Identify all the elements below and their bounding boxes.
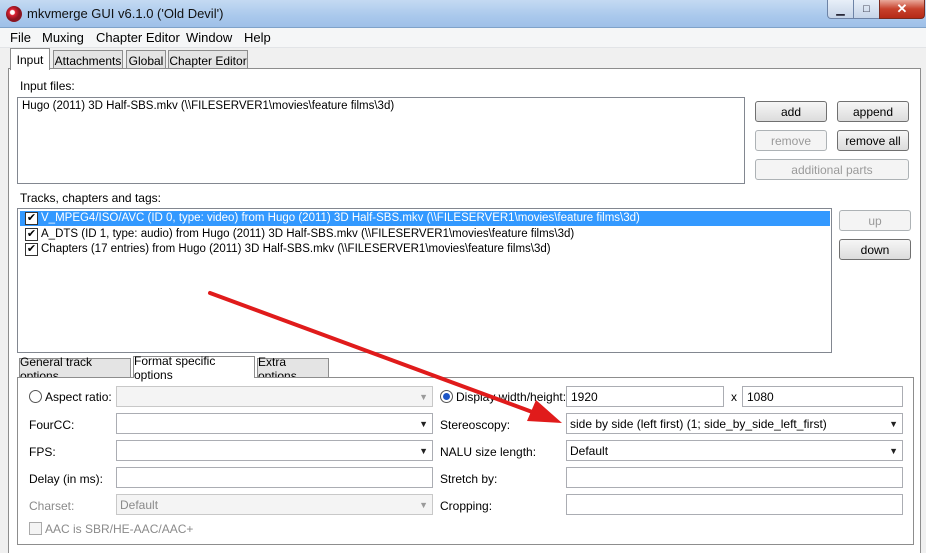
cropping-input[interactable] [566,494,903,515]
tab-format-specific-options[interactable]: Format specific options [133,354,255,382]
tab-chapter-editor[interactable]: Chapter Editor [168,50,248,70]
track-chapters-checkbox[interactable]: ✔ [25,243,38,256]
display-x-label: x [731,390,737,404]
tab-extra-options[interactable]: Extra options [257,355,329,383]
remove-all-button[interactable]: remove all [837,130,909,151]
fps-combo[interactable]: ▼ [116,440,433,461]
display-width-height-label: Display width/height: [456,390,567,404]
track-audio-checkbox[interactable]: ✔ [25,228,38,241]
menu-chapter-editor[interactable]: Chapter Editor [96,30,180,45]
cropping-label: Cropping: [440,499,493,513]
display-height-input[interactable]: 1080 [742,386,903,407]
chevron-down-icon: ▼ [419,392,428,402]
down-button[interactable]: down [839,239,911,260]
stereoscopy-value: side by side (left first) (1; side_by_si… [570,416,827,431]
aac-sbr-label: AAC is SBR/HE-AAC/AAC+ [45,522,194,536]
additional-parts-button[interactable]: additional parts [755,159,909,180]
input-files-label: Input files: [20,79,75,93]
up-button[interactable]: up [839,210,911,231]
fps-label: FPS: [29,445,56,459]
append-button[interactable]: append [837,101,909,122]
chevron-down-icon: ▼ [889,446,898,456]
minimize-button[interactable]: ▁ [827,0,854,19]
stretch-by-input[interactable] [566,467,903,488]
aspect-ratio-combo[interactable]: ▼ [116,386,433,407]
menu-file[interactable]: File [10,30,31,45]
window-title: mkvmerge GUI v6.1.0 ('Old Devil') [27,6,224,21]
tab-attachments[interactable]: Attachments [53,50,123,70]
menu-muxing[interactable]: Muxing [42,30,84,45]
stretch-by-label: Stretch by: [440,472,498,486]
chevron-down-icon: ▼ [419,419,428,429]
close-button[interactable]: ✕ [879,0,925,19]
tracks-label: Tracks, chapters and tags: [20,191,161,205]
nalu-size-length-value: Default [570,443,609,458]
chevron-down-icon: ▼ [419,500,428,510]
chevron-down-icon: ▼ [419,446,428,456]
display-width-input[interactable]: 1920 [566,386,724,407]
track-video-checkbox[interactable]: ✔ [25,212,38,225]
fourcc-combo[interactable]: ▼ [116,413,433,434]
delay-label: Delay (in ms): [29,472,104,486]
charset-value: Default [120,497,159,512]
tab-input[interactable]: Input [10,48,50,70]
add-button[interactable]: add [755,101,827,122]
chevron-down-icon: ▼ [889,419,898,429]
tab-general-track-options[interactable]: General track options [19,355,131,383]
stereoscopy-label: Stereoscopy: [440,418,511,432]
input-file-item[interactable]: Hugo (2011) 3D Half-SBS.mkv (\\FILESERVE… [22,100,394,112]
fourcc-label: FourCC: [29,418,75,432]
app-icon [6,6,22,22]
remove-button[interactable]: remove [755,130,827,151]
aac-sbr-checkbox[interactable] [29,522,42,535]
tab-global[interactable]: Global [126,50,166,70]
track-chapters-label[interactable]: Chapters (17 entries) from Hugo (2011) 3… [41,243,551,255]
display-width-height-radio[interactable] [440,390,453,403]
menu-help[interactable]: Help [244,30,271,45]
track-audio-label[interactable]: A_DTS (ID 1, type: audio) from Hugo (201… [41,228,574,240]
stereoscopy-combo[interactable]: side by side (left first) (1; side_by_si… [566,413,903,434]
maximize-button[interactable]: □ [853,0,880,19]
charset-combo[interactable]: Default ▼ [116,494,433,515]
aspect-ratio-radio[interactable] [29,390,42,403]
menu-window[interactable]: Window [186,30,232,45]
delay-input[interactable] [116,467,433,488]
nalu-size-length-combo[interactable]: Default ▼ [566,440,903,461]
charset-label: Charset: [29,499,75,513]
nalu-size-length-label: NALU size length: [440,445,537,459]
track-video-label: V_MPEG4/ISO/AVC (ID 0, type: video) from… [41,212,640,224]
aspect-ratio-label: Aspect ratio: [45,390,112,404]
